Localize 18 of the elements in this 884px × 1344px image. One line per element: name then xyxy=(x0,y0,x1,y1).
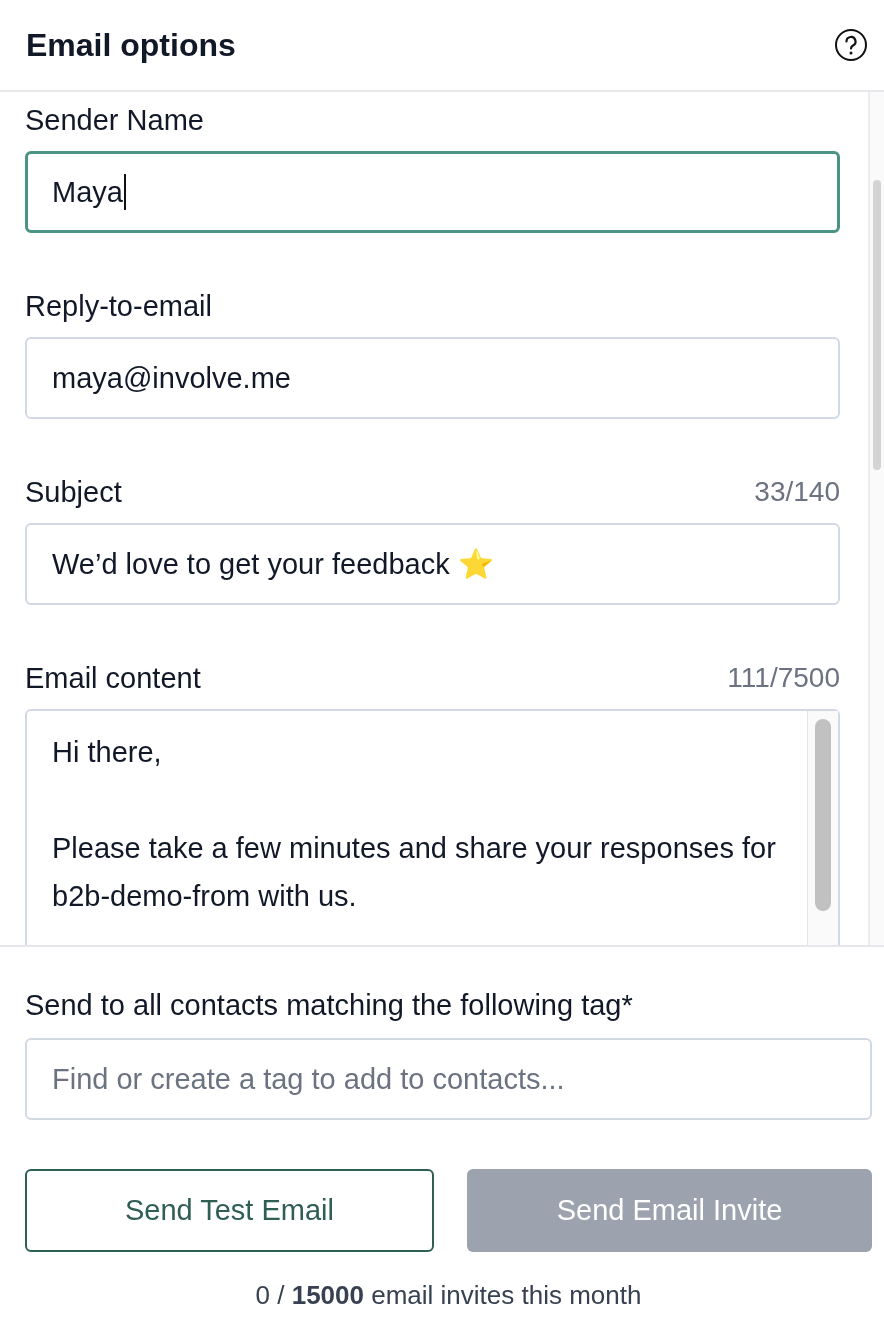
text-field[interactable]: Maya xyxy=(25,151,840,233)
panel-title: Email options xyxy=(26,26,236,64)
help-icon[interactable] xyxy=(834,28,868,62)
scrollbar-thumb[interactable] xyxy=(873,180,881,470)
field-label: Subject xyxy=(25,475,122,510)
scrollbar-thumb[interactable] xyxy=(815,719,831,911)
field-label: Sender Name xyxy=(25,103,204,138)
character-counter: 33/140 xyxy=(754,476,840,508)
text-area[interactable]: Hi there, Please take a few minutes and share your responses for b2b-demo-from with us. xyxy=(25,709,840,945)
invite-usage-text: 0 / 15000 email invites this month xyxy=(254,1280,643,1311)
text-field[interactable]: We’d love to get your feedback ⭐ xyxy=(25,523,840,605)
field-label: Send to all contacts matching the following tag* xyxy=(25,988,634,1023)
tag-field[interactable]: Find or create a tag to add to contacts... xyxy=(25,1038,872,1120)
field-label: Email content xyxy=(25,661,201,696)
test-email-button[interactable]: Send Test Email xyxy=(25,1169,434,1252)
field-label: Reply-to-email xyxy=(25,289,212,324)
text-field[interactable]: maya@involve.me xyxy=(25,337,840,419)
character-counter: 111/7500 xyxy=(727,662,840,694)
